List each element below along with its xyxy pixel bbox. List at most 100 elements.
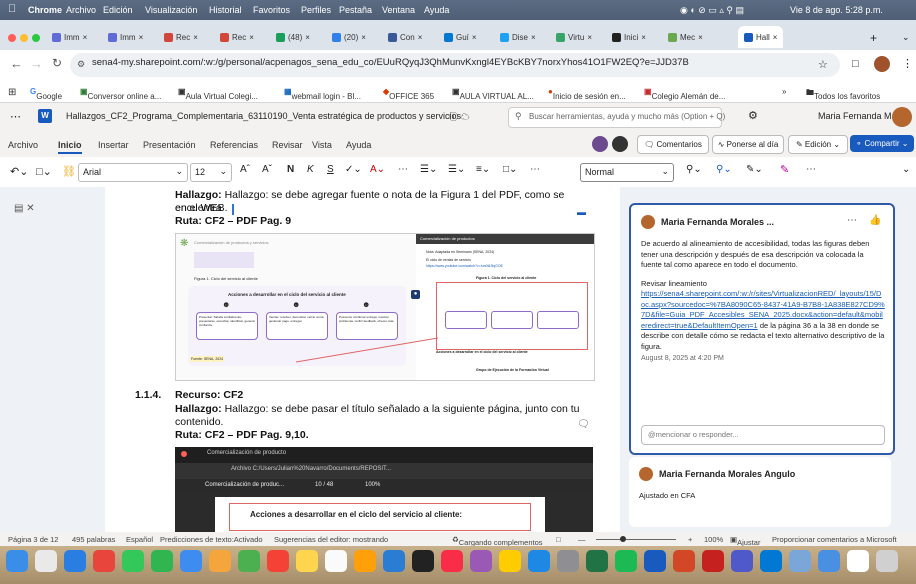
pages-icon[interactable]	[354, 550, 376, 572]
excel-icon[interactable]	[586, 550, 608, 572]
edit-mode-button[interactable]: ✎ Edición ⌄	[788, 135, 848, 154]
zoom-out-icon[interactable]: —	[578, 535, 586, 544]
more-actions-icon[interactable]: ⋯	[847, 215, 857, 226]
tab-archivo[interactable]: Archivo	[8, 140, 38, 150]
facetime-icon[interactable]	[151, 550, 173, 572]
clock[interactable]: Vie 8 de ago. 5:28 p.m.	[790, 5, 883, 15]
all-bookmarks[interactable]: 🖿 Todos los favoritos	[806, 87, 880, 101]
bookmark-inicio-sesion[interactable]: ● Inicio de sesión en...	[548, 87, 626, 101]
numbering-icon[interactable]: ☰⌄	[448, 164, 465, 175]
maps-icon[interactable]	[238, 550, 260, 572]
url-text[interactable]: sena4-my.sharepoint.com/:w:/g/personal/a…	[92, 57, 689, 68]
back-icon[interactable]: ←	[10, 56, 23, 71]
browser-tab[interactable]: (20) ×	[332, 26, 366, 48]
more-icon[interactable]: ⋯	[398, 164, 408, 175]
view-mode-icon[interactable]: □	[556, 535, 561, 544]
search-box[interactable]: ⚲ Buscar herramientas, ayuda y mucho más…	[508, 107, 725, 128]
bookmark-aula-virtual-colegio[interactable]: ▣ Aula Virtual Colegi...	[178, 87, 258, 101]
bullets-icon[interactable]: ☰⌄	[420, 164, 437, 175]
browser-tab[interactable]: Rec ×	[164, 26, 198, 48]
zoom-in-icon[interactable]: +	[688, 535, 692, 544]
close-tab-icon[interactable]: ×	[83, 33, 88, 42]
screens-icon[interactable]	[847, 550, 869, 572]
font-size-select[interactable]: 12 ⌄	[190, 163, 232, 182]
undo-icon[interactable]: ↶⌄	[10, 165, 28, 178]
browser-tab[interactable]: Virtu ×	[556, 26, 592, 48]
teams-icon[interactable]	[731, 550, 753, 572]
dictate-icon[interactable]: ⚲⌄	[716, 164, 732, 175]
document-page[interactable]: Hallazgo: Hallazgo: se debe agregar fuen…	[105, 187, 620, 532]
zoom-window-button[interactable]	[32, 34, 40, 42]
forward-icon[interactable]: →	[30, 56, 43, 71]
new-tab-icon[interactable]: +	[870, 31, 877, 45]
finder-icon[interactable]	[6, 550, 28, 572]
browser-tab[interactable]: Guí ×	[444, 26, 477, 48]
word-icon[interactable]	[644, 550, 666, 572]
systemsettings-icon[interactable]	[557, 550, 579, 572]
more-options-icon[interactable]: ⋯	[806, 164, 816, 175]
close-tab-icon[interactable]: ×	[698, 33, 703, 42]
music-icon[interactable]	[441, 550, 463, 572]
underline-icon[interactable]: S	[327, 164, 334, 175]
launchpad-icon[interactable]	[35, 550, 57, 572]
editor-suggestions[interactable]: Sugerencias del editor: mostrando	[274, 535, 388, 544]
outlook-icon[interactable]	[760, 550, 782, 572]
tab-insertar[interactable]: Insertar	[98, 140, 129, 150]
apple-icon[interactable]: 	[8, 3, 16, 15]
powerpoint-icon[interactable]	[673, 550, 695, 572]
clipboard-icon[interactable]: □⌄	[36, 165, 52, 178]
comment-card-resolved[interactable]: Maria Fernanda Morales Angulo Ajustado e…	[629, 457, 891, 527]
like-icon[interactable]: 👍	[869, 215, 881, 226]
reply-input[interactable]: @mencionar o responder...	[641, 425, 885, 445]
figure-screenshot-2[interactable]: Comercialización de producto Archivo C:/…	[175, 447, 593, 532]
browser-tab[interactable]: Rec ×	[220, 26, 254, 48]
close-window-button[interactable]	[8, 34, 16, 42]
fit-button[interactable]: ▣ Ajustar	[730, 535, 760, 547]
collaborator-avatar[interactable]	[592, 136, 608, 152]
shrink-font-icon[interactable]: Aˇ	[262, 164, 272, 175]
tab-ayuda[interactable]: Ayuda	[346, 140, 371, 150]
notes-icon[interactable]	[296, 550, 318, 572]
browser-tab[interactable]: Dise ×	[500, 26, 536, 48]
bookmark-google[interactable]: G Google	[30, 87, 62, 101]
calendar-icon[interactable]	[267, 550, 289, 572]
page-count[interactable]: Página 3 de 12	[8, 535, 58, 544]
close-tab-icon[interactable]: ×	[418, 33, 423, 42]
nav-pane-icon[interactable]: ▤ ✕	[14, 203, 35, 214]
collapse-ribbon-icon[interactable]: ⌄	[902, 164, 910, 175]
app-launcher-icon[interactable]: ⋯	[10, 110, 21, 123]
zoom-slider-thumb[interactable]	[620, 536, 626, 542]
text-predictions[interactable]: Predicciones de texto:Activado	[160, 535, 263, 544]
paragraph-hallazgo-2[interactable]: Hallazgo: Hallazgo: se debe pasar el tít…	[175, 403, 585, 416]
sensitivity-icon[interactable]: ✎⌄	[746, 164, 763, 175]
browser-tab[interactable]: Inici ×	[612, 26, 646, 48]
user-name[interactable]: Maria Fernanda M...	[818, 111, 899, 121]
tab-referencias[interactable]: Referencias	[210, 140, 258, 150]
font-family-select[interactable]: Arial ⌄	[78, 163, 188, 182]
status-icons[interactable]: ◉ ◐ ⊘ ▭ ▵ ⚲ ▤	[680, 5, 744, 16]
tab-revisar[interactable]: Revisar	[272, 140, 303, 150]
comment-card-active[interactable]: Maria Fernanda Morales ... ⋯ 👍 De acuerd…	[629, 203, 895, 455]
apps-grid-icon[interactable]: ⊞	[8, 87, 16, 98]
user-avatar[interactable]	[892, 107, 912, 127]
tab-search-icon[interactable]: ⌄	[902, 32, 910, 43]
mail-icon[interactable]	[180, 550, 202, 572]
browser-tab[interactable]: Hall ×	[738, 26, 784, 48]
paragraph-hallazgo-1[interactable]: Hallazgo: Hallazgo: se debe agregar fuen…	[175, 189, 585, 215]
extensions-icon[interactable]: □	[852, 58, 859, 70]
menu-perfiles[interactable]: Perfiles	[301, 5, 331, 15]
italic-icon[interactable]: K	[307, 164, 314, 175]
close-tab-icon[interactable]: ×	[139, 33, 144, 42]
highlight-icon[interactable]: ✓⌄	[345, 164, 362, 175]
appletv-icon[interactable]	[412, 550, 434, 572]
browser-tab[interactable]: Mec ×	[668, 26, 703, 48]
close-tab-icon[interactable]: ×	[193, 33, 198, 42]
minimize-window-button[interactable]	[20, 34, 28, 42]
bookmark-colegio-aleman[interactable]: ▣ Colegio Alemán de...	[644, 87, 725, 101]
photos-icon[interactable]	[209, 550, 231, 572]
doc-info-icon[interactable]: ⓘ ☁	[449, 110, 470, 123]
collaborator-avatar-2[interactable]	[612, 136, 628, 152]
reminders-icon[interactable]	[325, 550, 347, 572]
format-painter-icon[interactable]: ⛓	[62, 165, 76, 178]
shading-icon[interactable]: □⌄	[503, 164, 517, 175]
